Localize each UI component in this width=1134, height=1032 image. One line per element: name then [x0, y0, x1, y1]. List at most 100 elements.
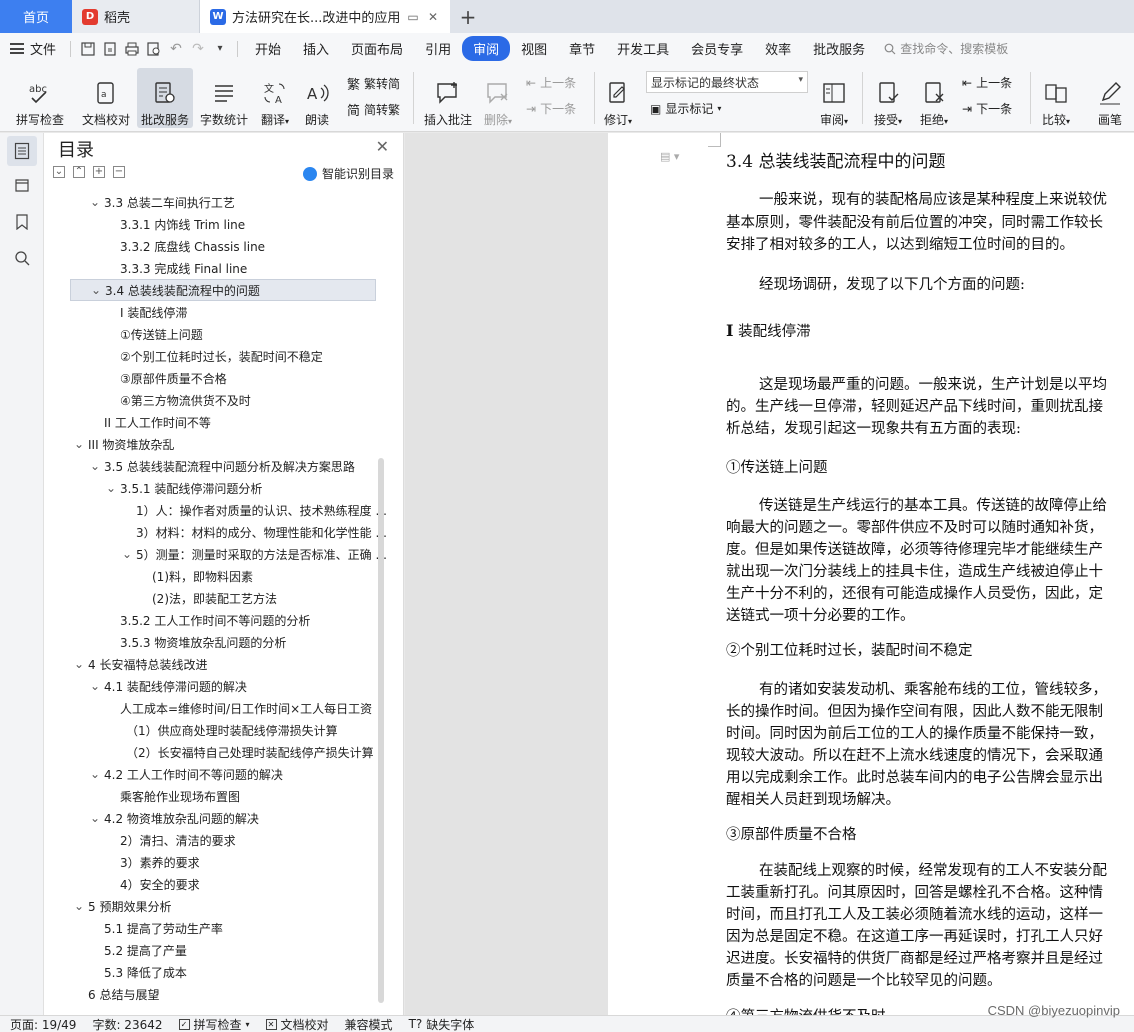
print-preview-icon[interactable] [143, 38, 165, 60]
toc-item[interactable]: 2）清扫、清洁的要求 [44, 829, 389, 851]
word-count-status[interactable]: 字数: 23642 [92, 1016, 162, 1032]
simp-to-trad-button[interactable]: 简简转繁 [347, 100, 400, 119]
close-tab-icon[interactable]: ✕ [426, 10, 440, 24]
window-restore-icon[interactable]: ▭ [406, 10, 420, 24]
tab-docer[interactable]: D 稻壳 [72, 0, 200, 33]
toc-item[interactable]: (2)法，即装配工艺方法 [44, 587, 389, 609]
menu-start[interactable]: 开始 [244, 36, 292, 61]
toc-item[interactable]: ⌄ 4.1 装配线停滞问题的解决 [44, 675, 389, 697]
toc-item[interactable]: 乘客舱作业现场布置图 [44, 785, 389, 807]
chevron-down-icon[interactable]: ⌄ [72, 900, 86, 912]
show-markup-button[interactable]: ▣ 显示标记 ▾ [650, 100, 721, 117]
translate-button[interactable]: 文A 翻译▾ [256, 68, 294, 128]
toc-item[interactable]: ⌄ 5）测量：测量时采取的方法是否标准、正确 ... [44, 543, 389, 565]
prev-change-button[interactable]: ⇤ 上一条 [962, 74, 1012, 91]
toc-item[interactable]: 3.3.2 底盘线 Chassis line [44, 235, 389, 257]
trad-to-simp-button[interactable]: 繁繁转简 [347, 74, 400, 93]
menu-chapter[interactable]: 章节 [558, 36, 606, 61]
proofread-status[interactable]: ✕ 文档校对 [265, 1016, 329, 1032]
bookmark-icon[interactable] [7, 207, 37, 237]
review-pane-button[interactable]: 审阅▾ [816, 68, 852, 128]
toc-scrollbar[interactable] [378, 458, 384, 1003]
prev-comment-button[interactable]: ⇤ 上一条 [526, 74, 576, 91]
toc-item[interactable]: 5.3 降低了成本 [44, 961, 389, 983]
add-heading-icon[interactable]: + [93, 166, 105, 178]
toc-item[interactable]: ①传送链上问题 [44, 323, 389, 345]
pen-button[interactable]: 画笔 [1092, 68, 1128, 128]
toc-panel-icon[interactable] [7, 136, 37, 166]
doc-check-button[interactable]: a 文档校对 [80, 68, 132, 128]
menu-view[interactable]: 视图 [510, 36, 558, 61]
collapse-all-icon[interactable]: ⌄ [53, 166, 65, 178]
delete-comment-button[interactable]: 删除▾ [480, 68, 516, 128]
chevron-down-icon[interactable]: ⌄ [88, 812, 102, 824]
undo-icon[interactable]: ↶ [165, 38, 187, 60]
toc-item[interactable]: ③原部件质量不合格 [44, 367, 389, 389]
toc-item[interactable]: 5.2 提高了产量 [44, 939, 389, 961]
toc-item[interactable]: I 装配线停滞 [44, 301, 389, 323]
search-icon[interactable] [7, 243, 37, 273]
file-menu[interactable]: 文件 [10, 39, 64, 58]
chevron-down-icon[interactable]: ⌄ [88, 460, 102, 472]
toc-item[interactable]: 5.1 提高了劳动生产率 [44, 917, 389, 939]
toc-item[interactable]: ⌄ III 物资堆放杂乱 [44, 433, 389, 455]
spellcheck-status[interactable]: ✓ 拼写检查 ▾ [178, 1016, 250, 1032]
toc-item[interactable]: ⌄ 5 预期效果分析 [44, 895, 389, 917]
review-service-button[interactable]: 批改服务 [137, 68, 193, 128]
close-icon[interactable]: ✕ [376, 137, 389, 156]
menu-efficiency[interactable]: 效率 [754, 36, 802, 61]
toc-item[interactable]: 人工成本=维修时间/日工作时间×工人每日工资 [44, 697, 389, 719]
menu-member[interactable]: 会员专享 [680, 36, 754, 61]
chapter-nav-icon[interactable] [7, 170, 37, 200]
toc-item[interactable]: ⌄ 3.4 总装线装配流程中的问题 [70, 279, 376, 301]
quick-access-dropdown-icon[interactable]: ▾ [209, 38, 231, 60]
tab-home[interactable]: 首页 [0, 0, 72, 33]
toc-item[interactable]: ④第三方物流供货不及时 [44, 389, 389, 411]
accept-button[interactable]: 接受▾ [870, 68, 906, 128]
insert-comment-button[interactable]: 插入批注 [420, 68, 476, 128]
toc-item[interactable]: （2）长安福特自己处理时装配线停产损失计算 [44, 741, 389, 763]
paragraph-menu-icon[interactable]: ▤ ▾ [660, 150, 679, 163]
toc-item[interactable]: ②个别工位耗时过长，装配时间不稳定 [44, 345, 389, 367]
save-icon[interactable] [77, 38, 99, 60]
menu-review-service[interactable]: 批改服务 [802, 36, 876, 61]
chevron-down-icon[interactable]: ⌄ [72, 658, 86, 670]
next-change-button[interactable]: ⇥ 下一条 [962, 100, 1012, 117]
toc-item[interactable]: (1)料，即物料因素 [44, 565, 389, 587]
menu-insert[interactable]: 插入 [292, 36, 340, 61]
menu-developer[interactable]: 开发工具 [606, 36, 680, 61]
menu-review[interactable]: 审阅 [462, 36, 511, 61]
toc-item[interactable]: ⌄ 3.5 总装线装配流程中问题分析及解决方案思路 [44, 455, 389, 477]
page-indicator[interactable]: 页面: 19/49 [10, 1016, 76, 1032]
toc-item[interactable]: ⌄ 4.2 物资堆放杂乱问题的解决 [44, 807, 389, 829]
toc-item[interactable]: 3）素养的要求 [44, 851, 389, 873]
export-pdf-icon[interactable] [99, 38, 121, 60]
chevron-down-icon[interactable]: ⌄ [120, 548, 134, 560]
next-comment-button[interactable]: ⇥ 下一条 [526, 100, 576, 117]
command-search[interactable]: 查找命令、搜索模板 [884, 40, 1008, 57]
track-changes-button[interactable]: 修订▾ [600, 68, 636, 128]
menu-page-layout[interactable]: 页面布局 [340, 36, 414, 61]
chevron-down-icon[interactable]: ⌄ [72, 438, 86, 450]
toc-item[interactable]: 3.3.1 内饰线 Trim line [44, 213, 389, 235]
toc-item[interactable]: （1）供应商处理时装配线停滞损失计算 [44, 719, 389, 741]
redo-icon[interactable]: ↷ [187, 38, 209, 60]
toc-item[interactable]: ⌄ 4.2 工人工作时间不等问题的解决 [44, 763, 389, 785]
toc-item[interactable]: 1）人：操作者对质量的认识、技术熟练程度 ... [44, 499, 389, 521]
toc-item[interactable]: 3.5.3 物资堆放杂乱问题的分析 [44, 631, 389, 653]
toc-item[interactable]: ⌄ 3.3 总装二车间执行工艺 [44, 191, 389, 213]
smart-toc-button[interactable]: 智能识别目录 [302, 165, 394, 182]
compare-button[interactable]: 比较▾ [1038, 68, 1074, 128]
read-aloud-button[interactable]: A 朗读 [300, 68, 334, 128]
toc-item[interactable]: 6 总结与展望 [44, 983, 389, 1005]
reject-button[interactable]: 拒绝▾ [916, 68, 952, 128]
chevron-down-icon[interactable]: ⌄ [104, 482, 118, 494]
chevron-down-icon[interactable]: ⌄ [88, 680, 102, 692]
toc-item[interactable]: 4）安全的要求 [44, 873, 389, 895]
menu-references[interactable]: 引用 [414, 36, 462, 61]
toc-item[interactable]: ⌄ 4 长安福特总装线改进 [44, 653, 389, 675]
remove-heading-icon[interactable]: − [113, 166, 125, 178]
tab-document[interactable]: W 方法研究在长...改进中的应用 ▭ ✕ [200, 0, 450, 33]
print-icon[interactable] [121, 38, 143, 60]
toc-item[interactable]: II 工人工作时间不等 [44, 411, 389, 433]
